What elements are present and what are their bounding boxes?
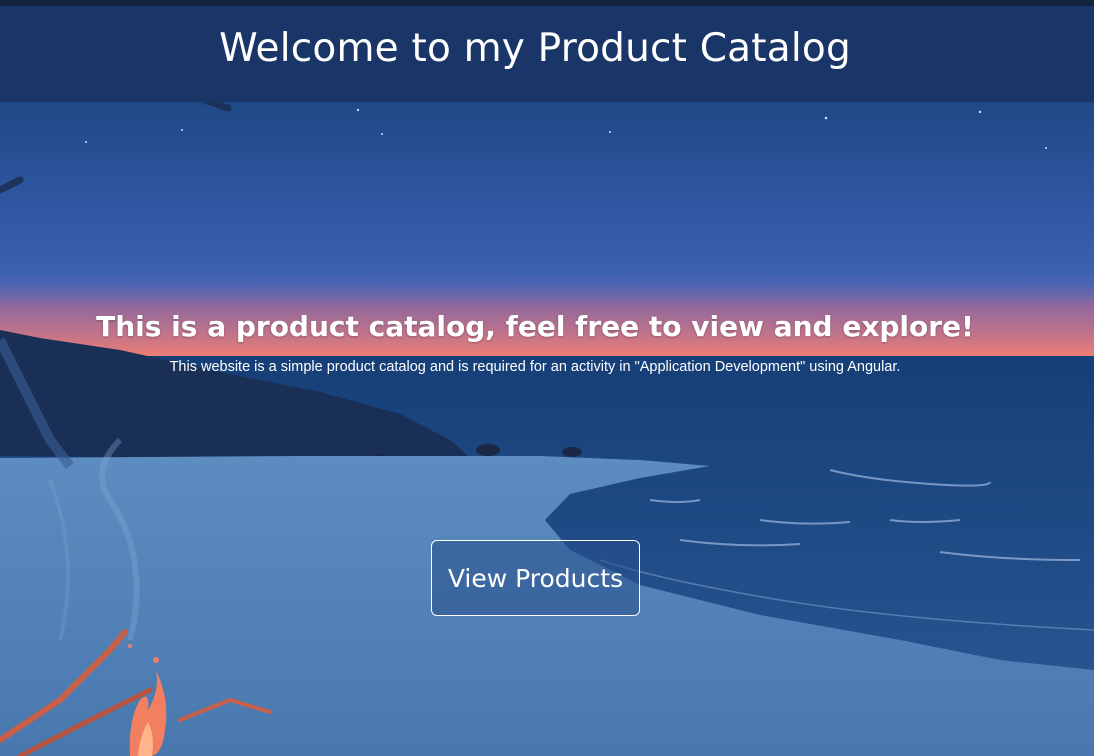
view-products-button[interactable]: View Products [431, 540, 640, 616]
beach-night-background [0, 0, 1094, 756]
site-header: Welcome to my Product Catalog [0, 6, 1094, 102]
hero-description: This website is a simple product catalog… [169, 359, 901, 375]
page-title: Welcome to my Product Catalog [219, 26, 851, 71]
landing-page: Welcome to my Product Catalog This is a … [0, 0, 1094, 756]
hero-heading: This is a product catalog, feel free to … [96, 310, 974, 343]
